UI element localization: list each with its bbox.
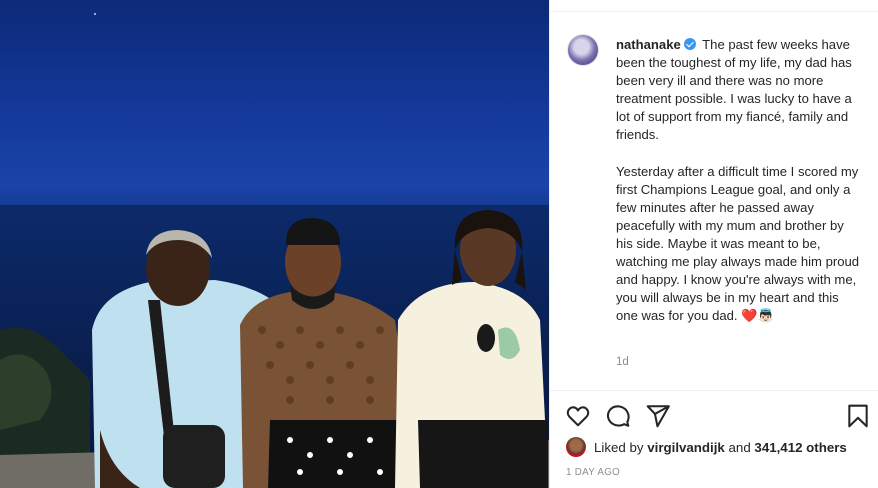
heart-icon xyxy=(566,406,590,427)
comment-icon xyxy=(606,405,630,427)
share-button[interactable] xyxy=(645,403,671,429)
comments-panel: nathanake The past few weeks have been t… xyxy=(550,12,878,390)
caption-time-ago[interactable]: 1d xyxy=(616,356,629,368)
actions-divider xyxy=(550,390,878,391)
post-date[interactable]: 1 DAY AGO xyxy=(566,467,620,478)
save-button[interactable] xyxy=(845,403,871,429)
author-username[interactable]: nathanake xyxy=(616,37,681,52)
likes-and: and xyxy=(728,439,751,455)
caption-paragraph-2: Yesterday after a difficult time I score… xyxy=(616,163,860,324)
share-icon xyxy=(646,405,670,428)
caption-paragraph-1: The past few weeks have been the toughes… xyxy=(616,37,852,143)
likes-prefix: Liked by xyxy=(594,439,644,455)
liker-avatar[interactable] xyxy=(566,437,586,457)
post-image[interactable] xyxy=(0,0,549,488)
likes-count[interactable]: 341,412 others xyxy=(754,440,846,455)
liker-username[interactable]: virgilvandijk xyxy=(647,440,725,455)
author-avatar[interactable] xyxy=(567,34,599,66)
post-caption: nathanake The past few weeks have been t… xyxy=(616,36,862,325)
post-photo-illustration xyxy=(0,13,549,488)
comment-button[interactable] xyxy=(605,403,631,429)
verified-badge-icon xyxy=(683,38,696,50)
bookmark-icon xyxy=(848,404,868,428)
like-button[interactable] xyxy=(565,403,591,429)
likes-summary: Liked by virgilvandijk and 341,412 other… xyxy=(566,436,847,458)
